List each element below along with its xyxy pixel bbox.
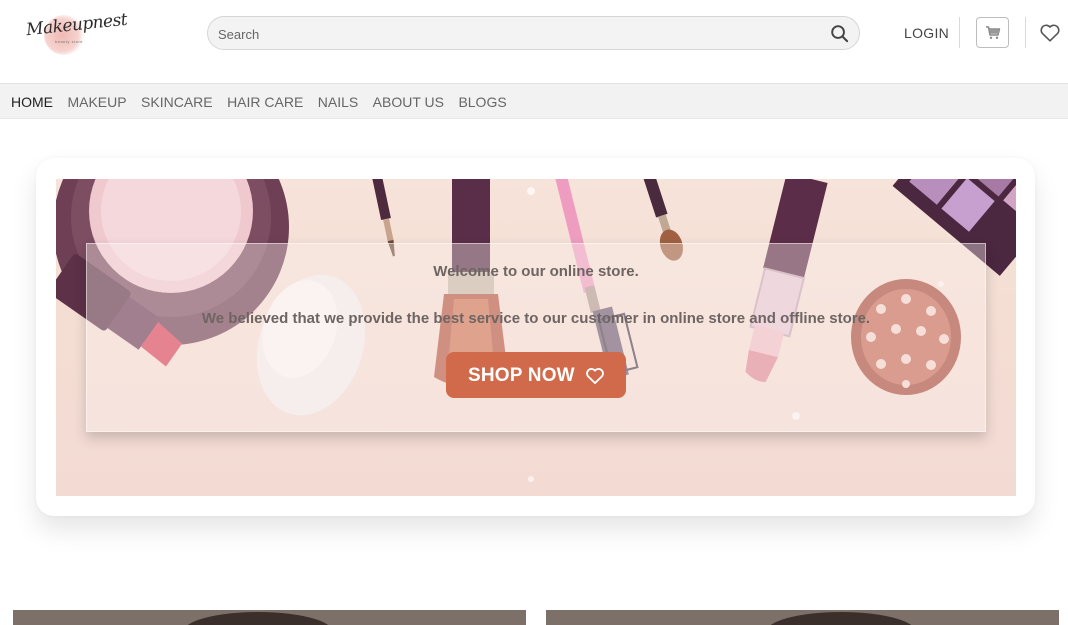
cart-button[interactable] [976,17,1009,48]
cart-icon [986,26,1001,39]
main-nav: HOME MAKEUP SKINCARE HAIR CARE NAILS ABO… [0,83,1068,119]
hero-card: Welcome to our online store. We believed… [36,158,1035,516]
heart-outline-icon [586,368,604,384]
logo-tagline: beauty store [55,39,84,44]
hero-welcome-text: Welcome to our online store. [433,263,639,280]
nav-item-nails[interactable]: NAILS [318,94,358,110]
brand-logo[interactable]: Makeupnest beauty store [22,5,128,61]
nav-list: HOME MAKEUP SKINCARE HAIR CARE NAILS ABO… [11,94,517,112]
model-photo [766,612,916,625]
nav-item-skincare[interactable]: SKINCARE [141,94,213,110]
nav-item-hair-care[interactable]: HAIR CARE [227,94,303,110]
wishlist-heart-icon[interactable] [1039,22,1061,44]
shop-now-button[interactable]: SHOP NOW [446,352,626,398]
header-divider [1025,17,1026,48]
header-divider [959,17,960,48]
search-bar [207,16,860,50]
hero-banner-image: Welcome to our online store. We believed… [56,179,1016,496]
nav-item-blogs[interactable]: BLOGS [458,94,506,110]
search-icon[interactable] [830,24,849,43]
nav-item-makeup[interactable]: MAKEUP [67,94,126,110]
nav-item-about-us[interactable]: ABOUT US [373,94,444,110]
hero-tagline: We believed that we provide the best ser… [201,310,871,327]
search-input[interactable] [218,23,818,45]
product-card-preview[interactable] [13,610,526,625]
site-header: Makeupnest beauty store LOGIN [0,0,1068,83]
product-card-preview[interactable] [546,610,1059,625]
nav-item-home[interactable]: HOME [11,94,53,110]
model-photo [183,612,333,625]
login-link[interactable]: LOGIN [904,25,949,41]
shop-now-label: SHOP NOW [468,365,575,386]
